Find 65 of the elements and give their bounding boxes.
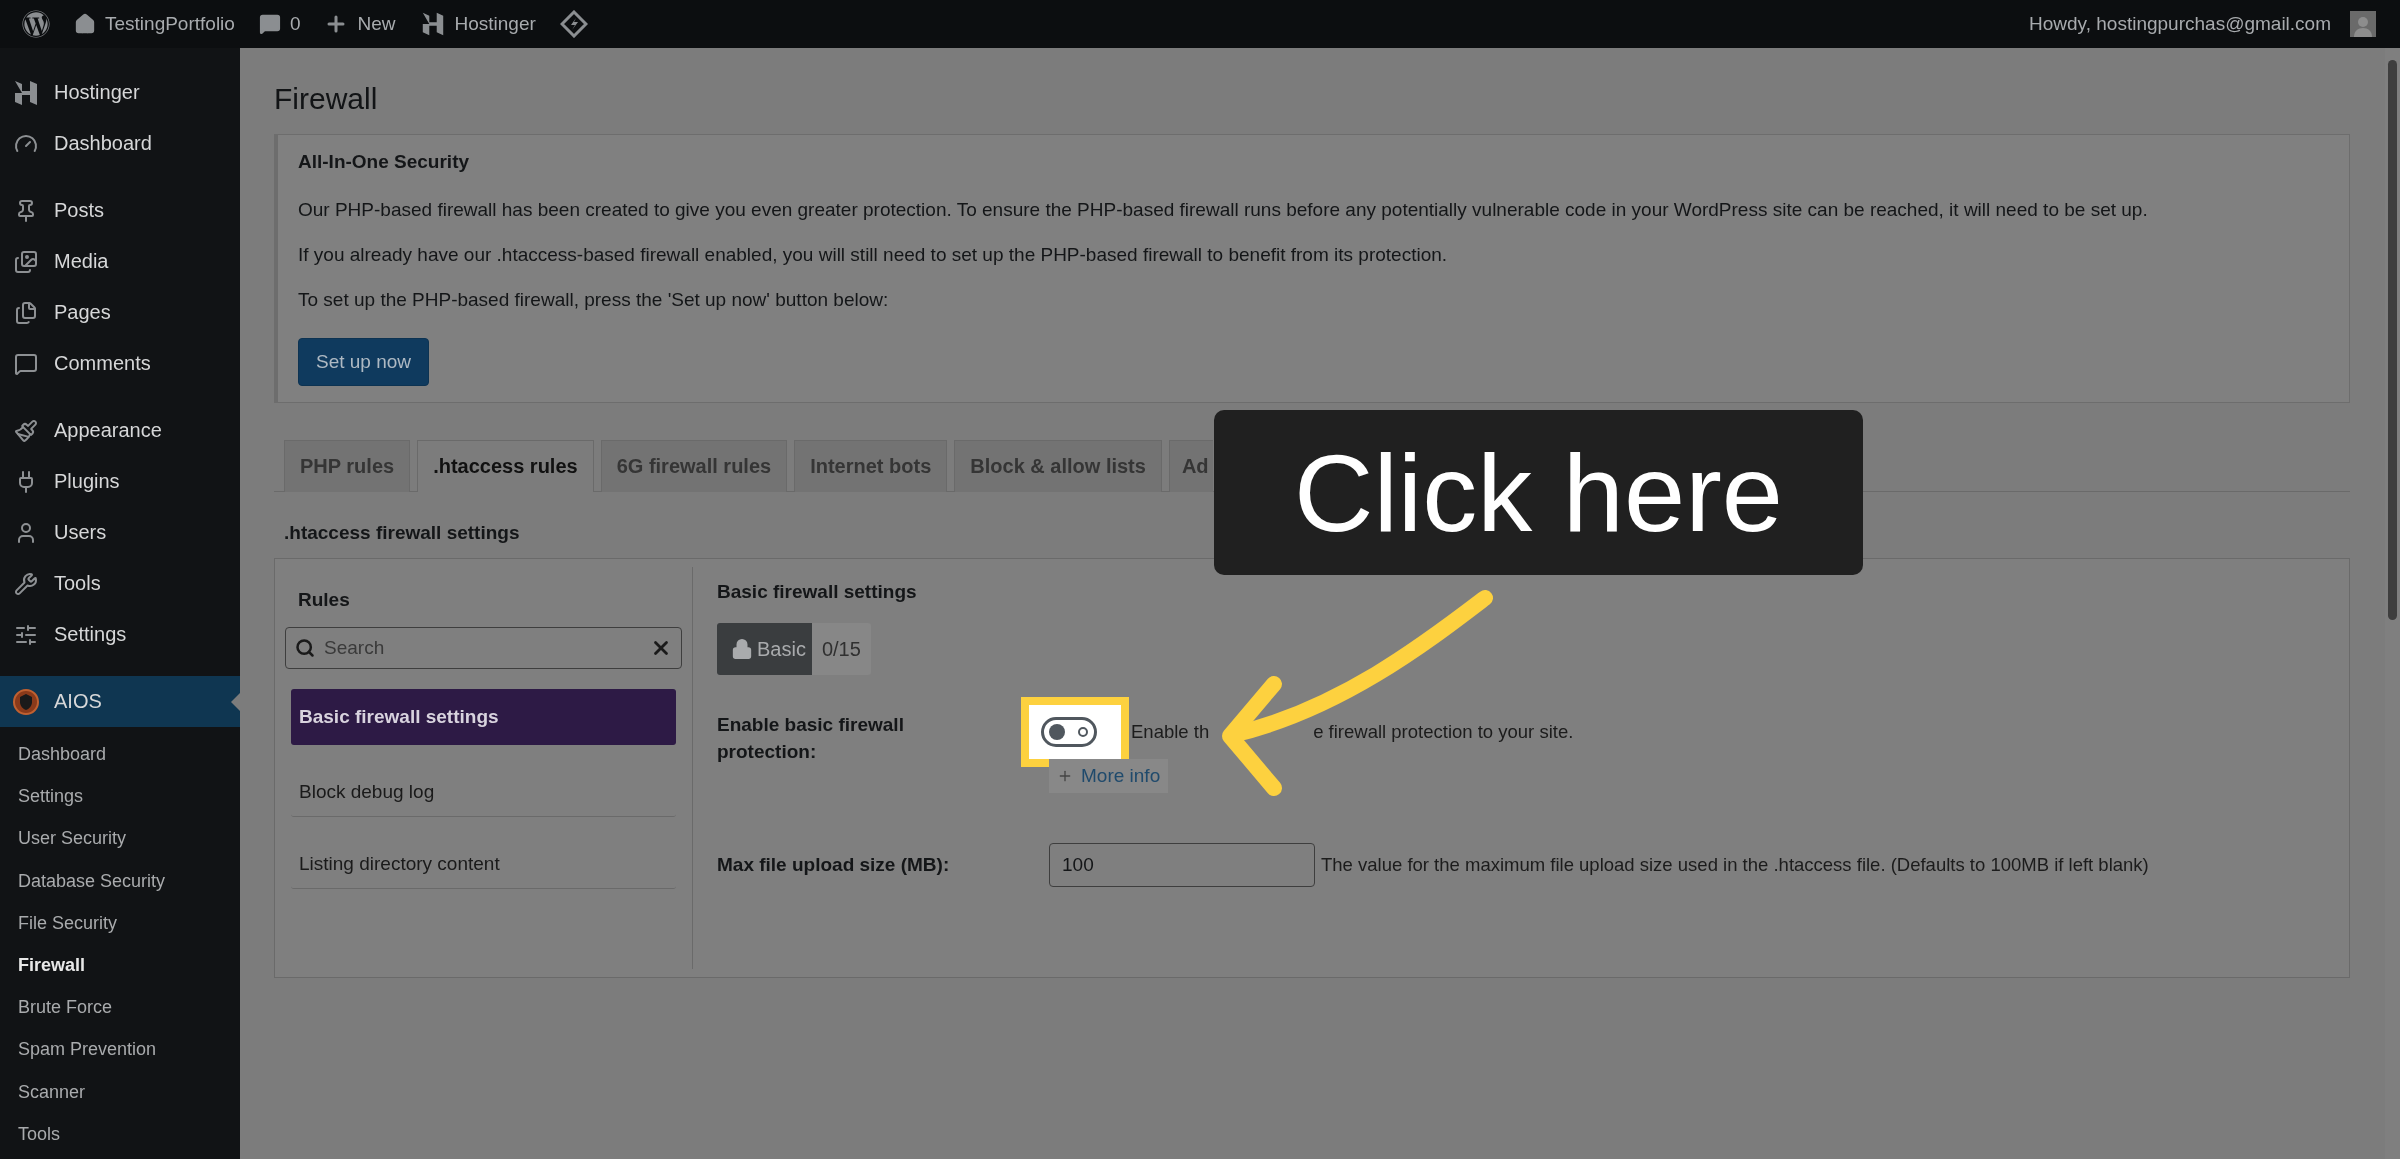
submenu-item[interactable]: Firewall bbox=[0, 943, 240, 987]
home-icon bbox=[74, 13, 96, 35]
submenu-item[interactable]: Scanner bbox=[0, 1070, 240, 1113]
rule-item[interactable]: Listing directory content bbox=[291, 839, 676, 889]
speech-bubble-icon bbox=[258, 13, 281, 35]
submenu-item[interactable]: Spam Prevention bbox=[0, 1028, 240, 1071]
rules-title: Rules bbox=[297, 588, 351, 611]
submenu-item[interactable]: User Security bbox=[0, 817, 240, 860]
lock-icon bbox=[731, 638, 753, 660]
comments-link[interactable]: 0 bbox=[246, 0, 313, 48]
avatar-icon bbox=[2350, 11, 2376, 37]
notice-title: All-In-One Security bbox=[298, 151, 471, 173]
toggle-switch[interactable] bbox=[1041, 717, 1097, 747]
search-icon bbox=[295, 638, 315, 658]
submenu-item[interactable]: Tools bbox=[0, 1112, 240, 1155]
sidebar-item[interactable]: Hostinger bbox=[0, 67, 240, 118]
submenu-item[interactable]: Database Security bbox=[0, 859, 240, 902]
sidebar-item[interactable]: Pages bbox=[0, 287, 240, 338]
plus-icon bbox=[1057, 768, 1073, 784]
callout-label: Click here bbox=[1214, 410, 1863, 575]
shield-icon bbox=[12, 687, 40, 716]
images-icon bbox=[14, 249, 38, 274]
section-title: .htaccess firewall settings bbox=[284, 522, 521, 544]
field-label: Enable basic firewall protection: bbox=[717, 713, 905, 764]
sidebar-item[interactable]: Plugins bbox=[0, 456, 240, 507]
badge-label: Basic bbox=[757, 637, 806, 661]
site-name-link[interactable]: TestingPortfolio bbox=[62, 0, 247, 48]
search-field[interactable]: Search bbox=[285, 627, 682, 669]
sidebar-item[interactable]: Media bbox=[0, 236, 240, 287]
hostinger-link[interactable]: Hostinger bbox=[407, 0, 548, 48]
rule-item[interactable]: Block debug log bbox=[291, 767, 676, 817]
field-description: e firewall protection to your site. bbox=[1313, 721, 1574, 743]
page-title: Firewall bbox=[274, 82, 379, 116]
notice-text: To set up the PHP-based firewall, press the 'Set up now' button below: bbox=[298, 289, 890, 311]
wrench-icon bbox=[14, 571, 38, 596]
account-link[interactable]: Howdy, hostingpurchas@gmail.com bbox=[2017, 0, 2388, 48]
sidebar-item[interactable]: Appearance bbox=[0, 405, 240, 456]
logo-icon bbox=[12, 78, 40, 107]
field-description: Enable th bbox=[1131, 721, 1210, 743]
sidebar-item[interactable]: AIOS bbox=[0, 676, 240, 727]
sidebar-item[interactable]: Users bbox=[0, 507, 240, 558]
badge-count: 0/15 bbox=[811, 623, 871, 675]
notice-text: Our PHP-based firewall has been created to give you even greater protection. To ensure the PHP-based firewall runs before any potentially vulnerable code in your WordPress site can be reached, it will need to be set up. bbox=[298, 199, 2149, 221]
submenu-item[interactable]: Dashboard bbox=[0, 733, 240, 776]
sidebar-item[interactable]: Posts bbox=[0, 185, 240, 236]
new-link[interactable]: New bbox=[312, 0, 408, 48]
tab[interactable]: .htaccess rules bbox=[417, 440, 594, 492]
set-up-now-button[interactable]: Set up now bbox=[298, 338, 430, 386]
submenu-item[interactable]: Settings bbox=[0, 775, 240, 818]
upload-size-field[interactable]: 100 bbox=[1049, 843, 1315, 887]
sidebar-item[interactable]: Settings bbox=[0, 609, 240, 660]
settings-title: Basic firewall settings bbox=[717, 581, 918, 603]
submenu-item[interactable]: File Security bbox=[0, 901, 240, 944]
rule-item[interactable]: Basic firewall settings bbox=[291, 689, 676, 745]
submenu-item[interactable]: Brute Force bbox=[0, 986, 240, 1029]
field-label: Max file upload size (MB): bbox=[717, 853, 951, 877]
documents-icon bbox=[14, 300, 38, 325]
field-description: The value for the maximum file upload size used in the .htaccess file. (Defaults to 100MB if left blank) bbox=[1321, 854, 2149, 876]
brush-icon bbox=[14, 418, 38, 443]
sidebar-item[interactable]: Comments bbox=[0, 338, 240, 389]
sliders-icon bbox=[14, 622, 38, 647]
sidebar-item[interactable]: Tools bbox=[0, 558, 240, 609]
sidebar-item[interactable]: Dashboard bbox=[0, 118, 240, 169]
speech-bubble-icon bbox=[14, 351, 38, 376]
notice-text: If you already have our .htaccess-based firewall enabled, you will still need to set up the PHP-based firewall to benefit from its protection. bbox=[298, 244, 1449, 266]
